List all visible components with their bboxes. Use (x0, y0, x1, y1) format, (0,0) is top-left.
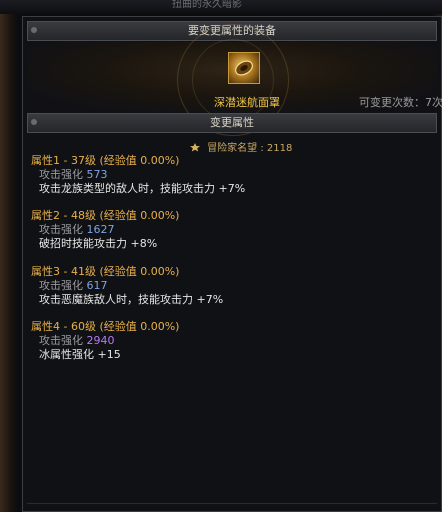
fame-label: 冒险家名望 (207, 143, 258, 154)
divider (27, 503, 437, 504)
attribute-block-2: 属性2 - 48级 (经验值 0.00%) 攻击强化 1627 破招时技能攻击力… (31, 209, 179, 251)
equipment-attribute-panel: 要变更属性的装备 深潜迷航面罩 可变更次数：7次 变更属性 冒险家名望 : 21… (22, 16, 442, 512)
attribute-effect: 攻击恶魔族敌人时，技能攻击力 +7% (39, 293, 224, 306)
attribute-title: 属性4 - 60级 (经验值 0.00%) (31, 320, 180, 333)
attribute-title: 属性2 - 48级 (经验值 0.00%) (31, 209, 180, 222)
stat-label: 攻击强化 (39, 223, 83, 236)
pin-icon (31, 119, 37, 125)
change-count: 可变更次数：7次 (359, 96, 442, 109)
attribute-block-4: 属性4 - 60级 (经验值 0.00%) 攻击强化 2940 冰属性强化 +1… (31, 320, 179, 362)
stat-value: 617 (86, 279, 108, 292)
attribute-block-3: 属性3 - 41级 (经验值 0.00%) 攻击强化 617 攻击恶魔族敌人时，… (31, 265, 223, 307)
equipment-area: 深潜迷航面罩 可变更次数：7次 (27, 24, 442, 136)
attribute-title: 属性1 - 37级 (经验值 0.00%) (31, 154, 180, 167)
stat-value: 2940 (86, 334, 115, 347)
attribute-effect: 攻击龙族类型的敌人时，技能攻击力 +7% (39, 182, 246, 195)
mask-icon[interactable] (228, 52, 260, 84)
fame-icon (189, 142, 201, 152)
fame-value: 2118 (266, 143, 293, 154)
top-strip: 扭曲的永久暗影 (0, 0, 442, 14)
section-title: 变更属性 (210, 116, 254, 129)
equipment-name: 深潜迷航面罩 (214, 96, 280, 109)
window-top-title: 扭曲的永久暗影 (172, 0, 242, 10)
section-bar: 变更属性 (27, 113, 437, 133)
stat-value: 573 (86, 168, 108, 181)
attribute-effect: 破招时技能攻击力 +8% (39, 237, 158, 250)
attribute-title: 属性3 - 41级 (经验值 0.00%) (31, 265, 180, 278)
attribute-block-1: 属性1 - 37级 (经验值 0.00%) 攻击强化 573 攻击龙族类型的敌人… (31, 154, 245, 196)
stat-label: 攻击强化 (39, 279, 83, 292)
adventurer-fame: 冒险家名望 : 2118 (189, 139, 292, 154)
fame-separator: : (257, 143, 267, 154)
attribute-effect: 冰属性强化 +15 (39, 348, 121, 361)
stat-value: 1627 (86, 223, 115, 236)
stat-label: 攻击强化 (39, 334, 83, 347)
background-left (0, 14, 18, 512)
pin-icon (31, 27, 37, 33)
stat-label: 攻击强化 (39, 168, 83, 181)
